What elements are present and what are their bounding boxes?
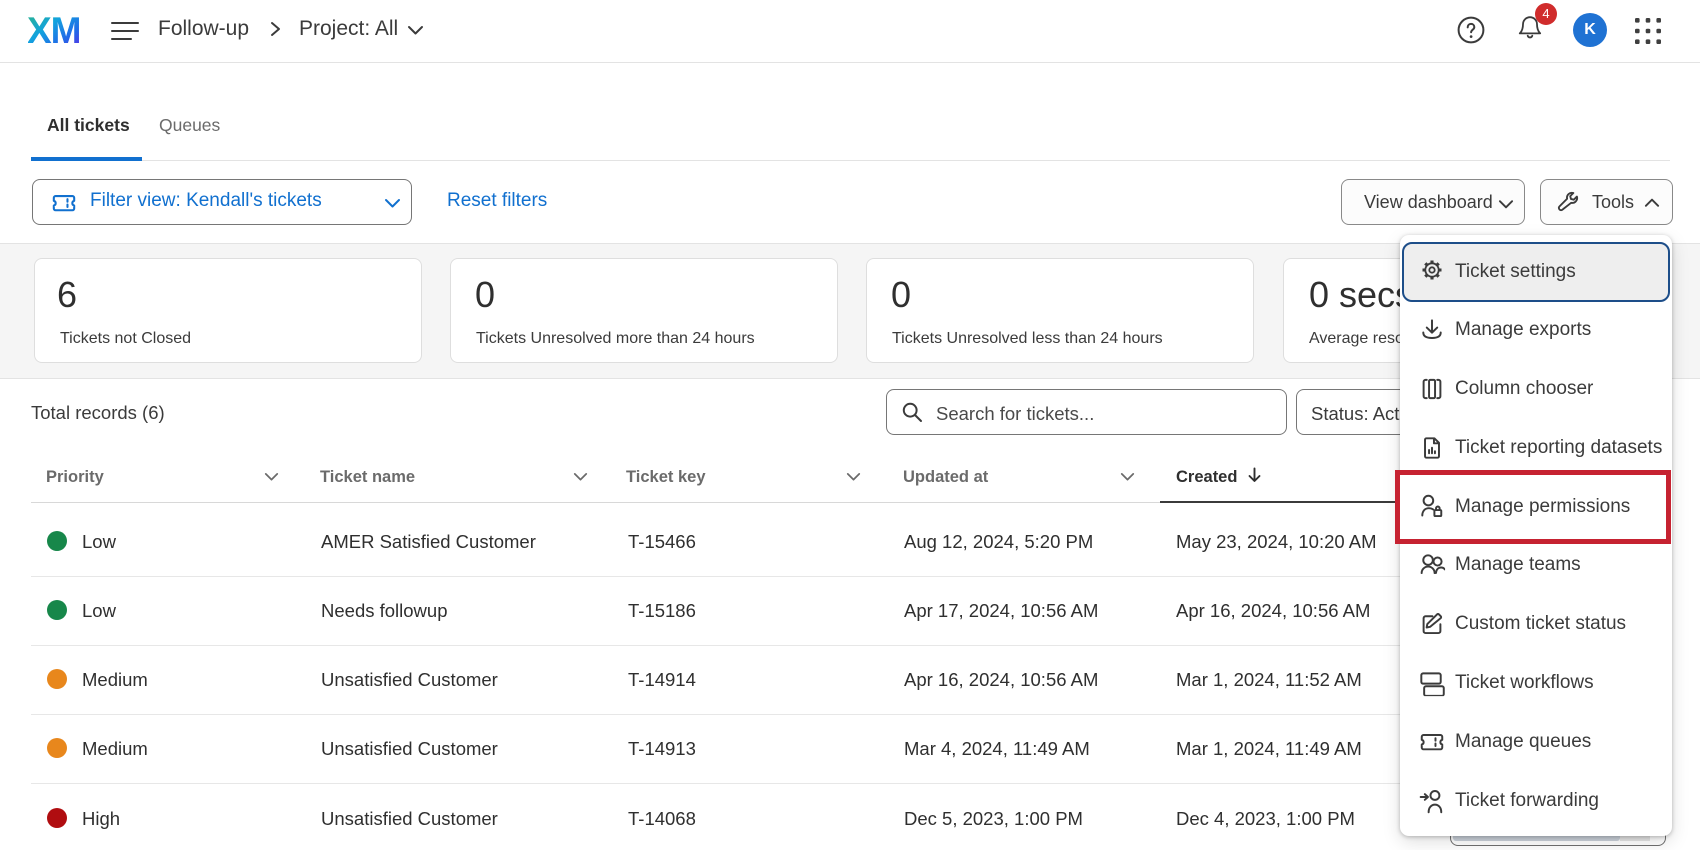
svg-text:XM: XM xyxy=(28,11,81,51)
